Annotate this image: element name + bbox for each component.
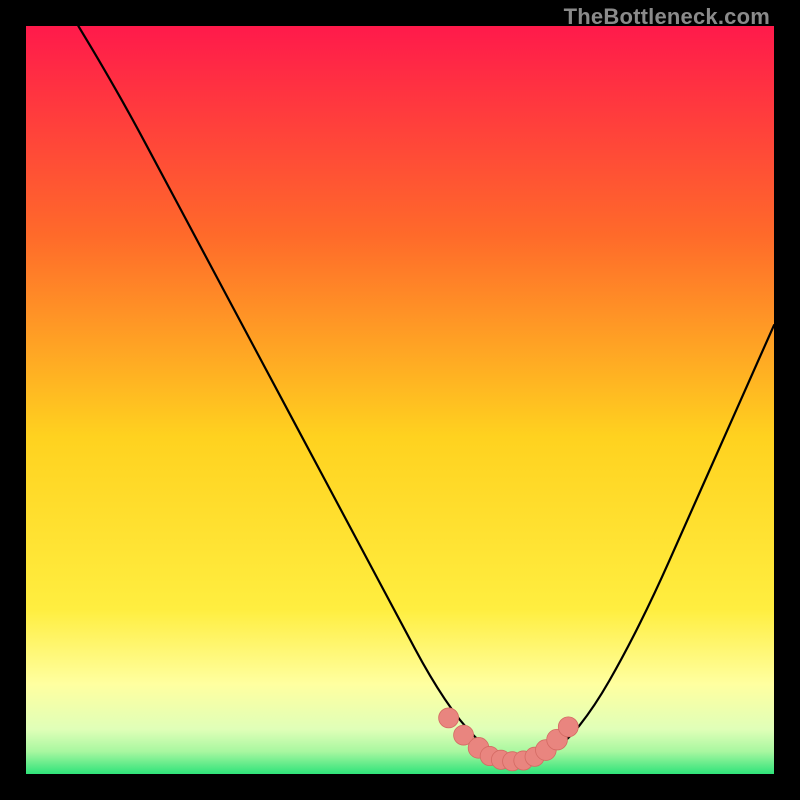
chart-svg	[26, 26, 774, 774]
gradient-background	[26, 26, 774, 774]
curve-marker	[439, 708, 459, 728]
curve-marker	[558, 717, 578, 737]
chart-frame	[26, 26, 774, 774]
watermark-text: TheBottleneck.com	[564, 4, 770, 30]
